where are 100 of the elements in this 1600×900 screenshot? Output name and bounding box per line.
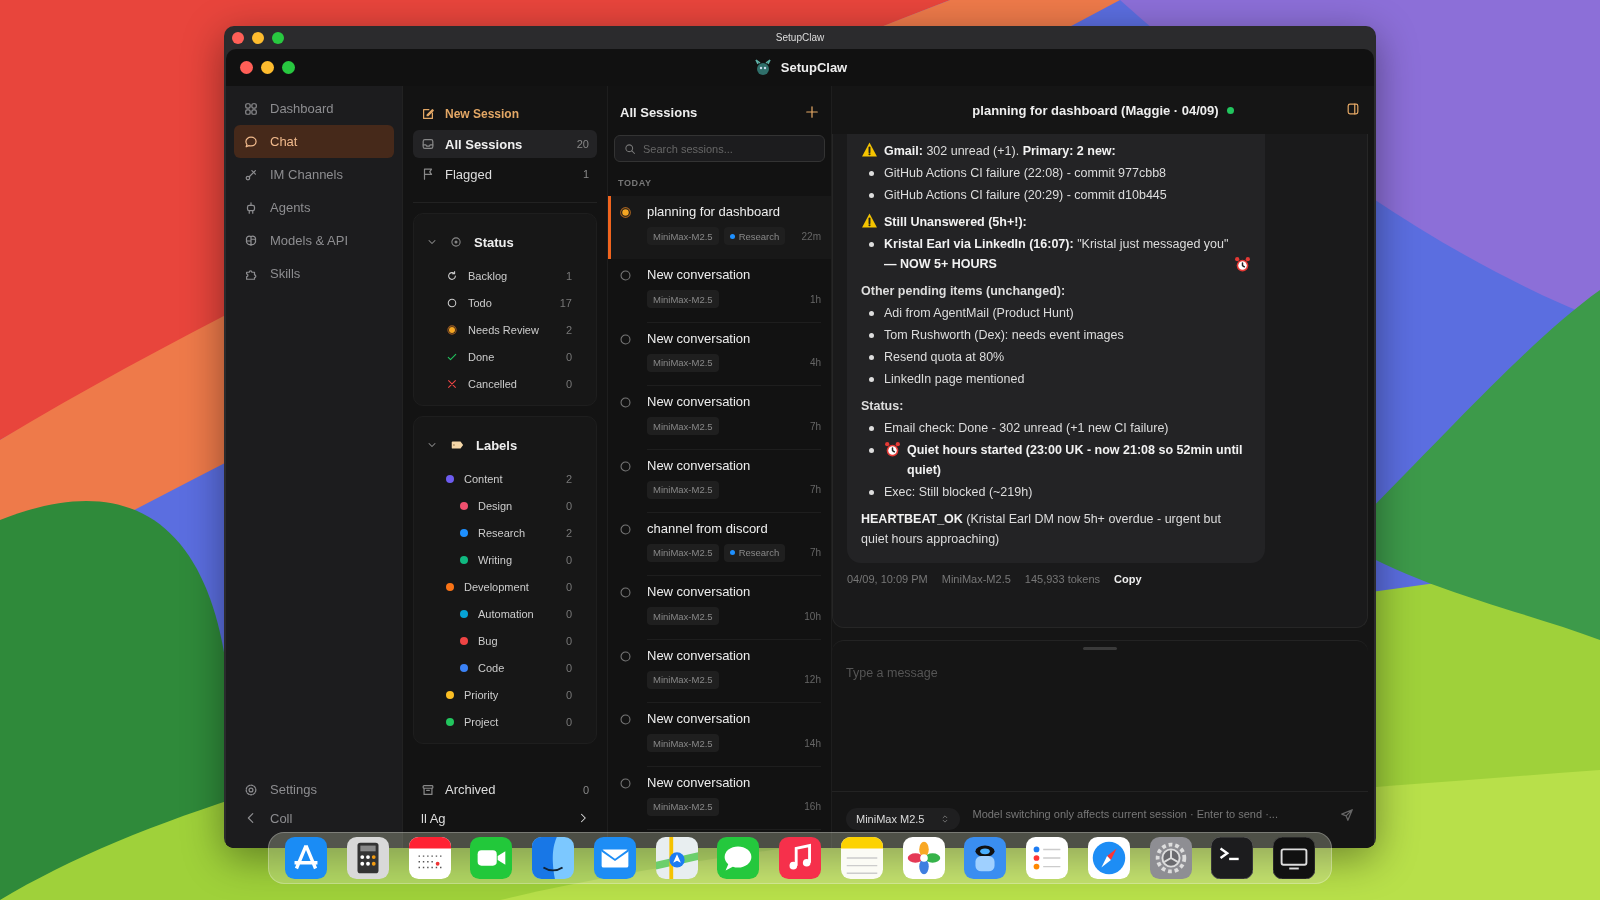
close-button[interactable] <box>232 31 244 44</box>
session-item[interactable]: New conversation MiniMax-M2.5 10h <box>608 576 831 640</box>
status-radio[interactable] <box>619 459 632 473</box>
status-radio[interactable] <box>619 396 632 410</box>
music-note-icon[interactable] <box>779 837 821 879</box>
tv-icon[interactable] <box>1273 837 1315 879</box>
label-count: 0 <box>565 499 572 512</box>
session-item[interactable]: New conversation MiniMax-M2.5 1h <box>608 259 831 323</box>
status-radio[interactable] <box>619 332 632 346</box>
edit-icon <box>421 107 435 121</box>
label-name[interactable]: Automation <box>478 607 534 620</box>
message-text: Email check: Done - 302 unread (+1 new CI failure) <box>884 421 1169 435</box>
status-radio[interactable] <box>619 586 632 600</box>
speech-bubble-icon[interactable] <box>717 837 760 879</box>
add-button[interactable] <box>805 105 819 119</box>
label-name[interactable]: Writing <box>478 553 513 566</box>
resize-handle[interactable] <box>1083 647 1117 650</box>
calculator-icon[interactable] <box>346 837 389 879</box>
bullet-icon <box>869 193 874 198</box>
two-tone-square-icon[interactable] <box>532 837 574 879</box>
minimize-button[interactable] <box>252 31 264 44</box>
count-text: 0 <box>582 783 589 796</box>
status-name[interactable]: Needs Review <box>468 323 539 336</box>
model-select[interactable]: MiniMax M2.5 <box>846 808 961 830</box>
cross-icon <box>446 377 458 390</box>
envelope-icon[interactable] <box>593 837 636 879</box>
label-name[interactable]: Design <box>478 499 513 512</box>
zoom-button[interactable] <box>272 31 284 44</box>
compass-icon[interactable] <box>1087 837 1130 879</box>
session-title: channel from discord <box>647 519 769 538</box>
gear-icon[interactable] <box>1149 837 1192 879</box>
nav-item[interactable]: IM Channels <box>234 158 394 191</box>
label-name[interactable]: Research <box>478 526 526 539</box>
filter-item[interactable]: Flagged 1 <box>413 160 597 188</box>
label-name[interactable]: Bug <box>478 634 498 647</box>
claw-logo-icon <box>752 57 773 78</box>
status-radio[interactable] <box>619 713 632 727</box>
status-name[interactable]: Todo <box>468 296 492 309</box>
session-title: New conversation <box>647 710 752 729</box>
label-count: 2 <box>565 472 572 485</box>
collapse-button[interactable]: Coll <box>234 806 394 830</box>
lens-icon[interactable] <box>964 837 1007 879</box>
new-session-button[interactable]: New Session <box>413 100 597 128</box>
sidebar-item[interactable]: ll Ag <box>421 810 446 826</box>
message-text: Gmail: 302 unread (+1). Primary: 2 new: <box>884 144 1116 158</box>
nav-item[interactable]: Agents <box>234 191 394 224</box>
token-count: 145,933 tokens <box>1024 573 1101 585</box>
search-field[interactable]: Search sessions... <box>614 135 825 162</box>
model-tag: MiniMax-M2.5 <box>647 670 719 689</box>
label-name[interactable]: Development <box>464 580 529 593</box>
session-item[interactable]: planning for dashboard MiniMax-M2.5 Research 22m <box>608 196 831 260</box>
status-radio[interactable] <box>619 776 632 790</box>
status-name[interactable]: Done <box>468 350 495 363</box>
nav-item[interactable]: Models & API <box>234 224 394 257</box>
session-item[interactable]: New conversation MiniMax-M2.5 16h <box>608 766 831 830</box>
session-item[interactable]: New conversation MiniMax-M2.5 12h <box>608 639 831 704</box>
status-radio[interactable] <box>619 649 632 663</box>
message-text: Quiet hours started (23:00 UK - now 21:08 so 52min until quiet) <box>907 442 1244 479</box>
triangle-lines-icon[interactable] <box>285 837 327 879</box>
status-radio[interactable] <box>619 206 632 219</box>
session-item[interactable]: New conversation MiniMax-M2.5 14h <box>608 703 831 767</box>
label-name[interactable]: Project <box>464 715 499 728</box>
flower-icon[interactable] <box>902 837 945 879</box>
label-name[interactable]: Code <box>478 661 505 674</box>
message-text: Exec: Still blocked (~219h) <box>884 485 1033 499</box>
checklist-icon[interactable] <box>1026 837 1068 879</box>
nav-item[interactable]: Chat <box>234 125 394 158</box>
label-name[interactable]: Priority <box>464 688 499 701</box>
message-field[interactable]: Type a message <box>846 666 1354 680</box>
model-tag: MiniMax-M2.5 <box>647 417 719 436</box>
status-name[interactable]: Backlog <box>468 269 508 282</box>
session-time: 14h <box>804 737 821 749</box>
session-item[interactable]: New conversation MiniMax-M2.5 7h <box>608 449 831 513</box>
copy-button[interactable]: Copy <box>1114 573 1142 585</box>
send-button[interactable] <box>1340 808 1354 822</box>
panel-icon <box>1346 102 1360 116</box>
session-item[interactable]: channel from discord MiniMax-M2.5 Research 7h <box>608 512 831 577</box>
label-name[interactable]: Content <box>464 472 503 485</box>
nav-item[interactable]: Dashboard <box>234 92 394 125</box>
notepad-icon[interactable] <box>840 837 883 879</box>
zoom-button[interactable] <box>282 61 295 74</box>
send-icon <box>1340 808 1354 822</box>
filter-item[interactable]: All Sessions 20 <box>413 130 597 158</box>
video-camera-icon[interactable] <box>470 837 513 879</box>
close-button[interactable] <box>240 61 253 74</box>
minimize-button[interactable] <box>261 61 274 74</box>
label-tag: Research <box>723 227 786 245</box>
status-radio[interactable] <box>619 522 632 536</box>
status-radio[interactable] <box>619 269 632 283</box>
nav-item[interactable]: Skills <box>234 257 394 290</box>
status-name[interactable]: Cancelled <box>468 377 517 390</box>
map-icon[interactable] <box>655 837 698 879</box>
archived-item[interactable]: Archived <box>445 782 496 797</box>
terminal-icon[interactable] <box>1211 837 1254 879</box>
message-text: Kristal Earl via LinkedIn (16:07): "Kristal just messaged you" — NOW 5+ HOURS <box>884 236 1230 273</box>
session-item[interactable]: New conversation MiniMax-M2.5 7h <box>608 386 831 450</box>
session-item[interactable]: New conversation MiniMax-M2.5 4h <box>608 322 831 387</box>
calendar-icon[interactable] <box>408 837 451 879</box>
sidebar-toggle-icon[interactable] <box>1346 102 1360 116</box>
settings-item[interactable]: Settings <box>234 773 394 806</box>
